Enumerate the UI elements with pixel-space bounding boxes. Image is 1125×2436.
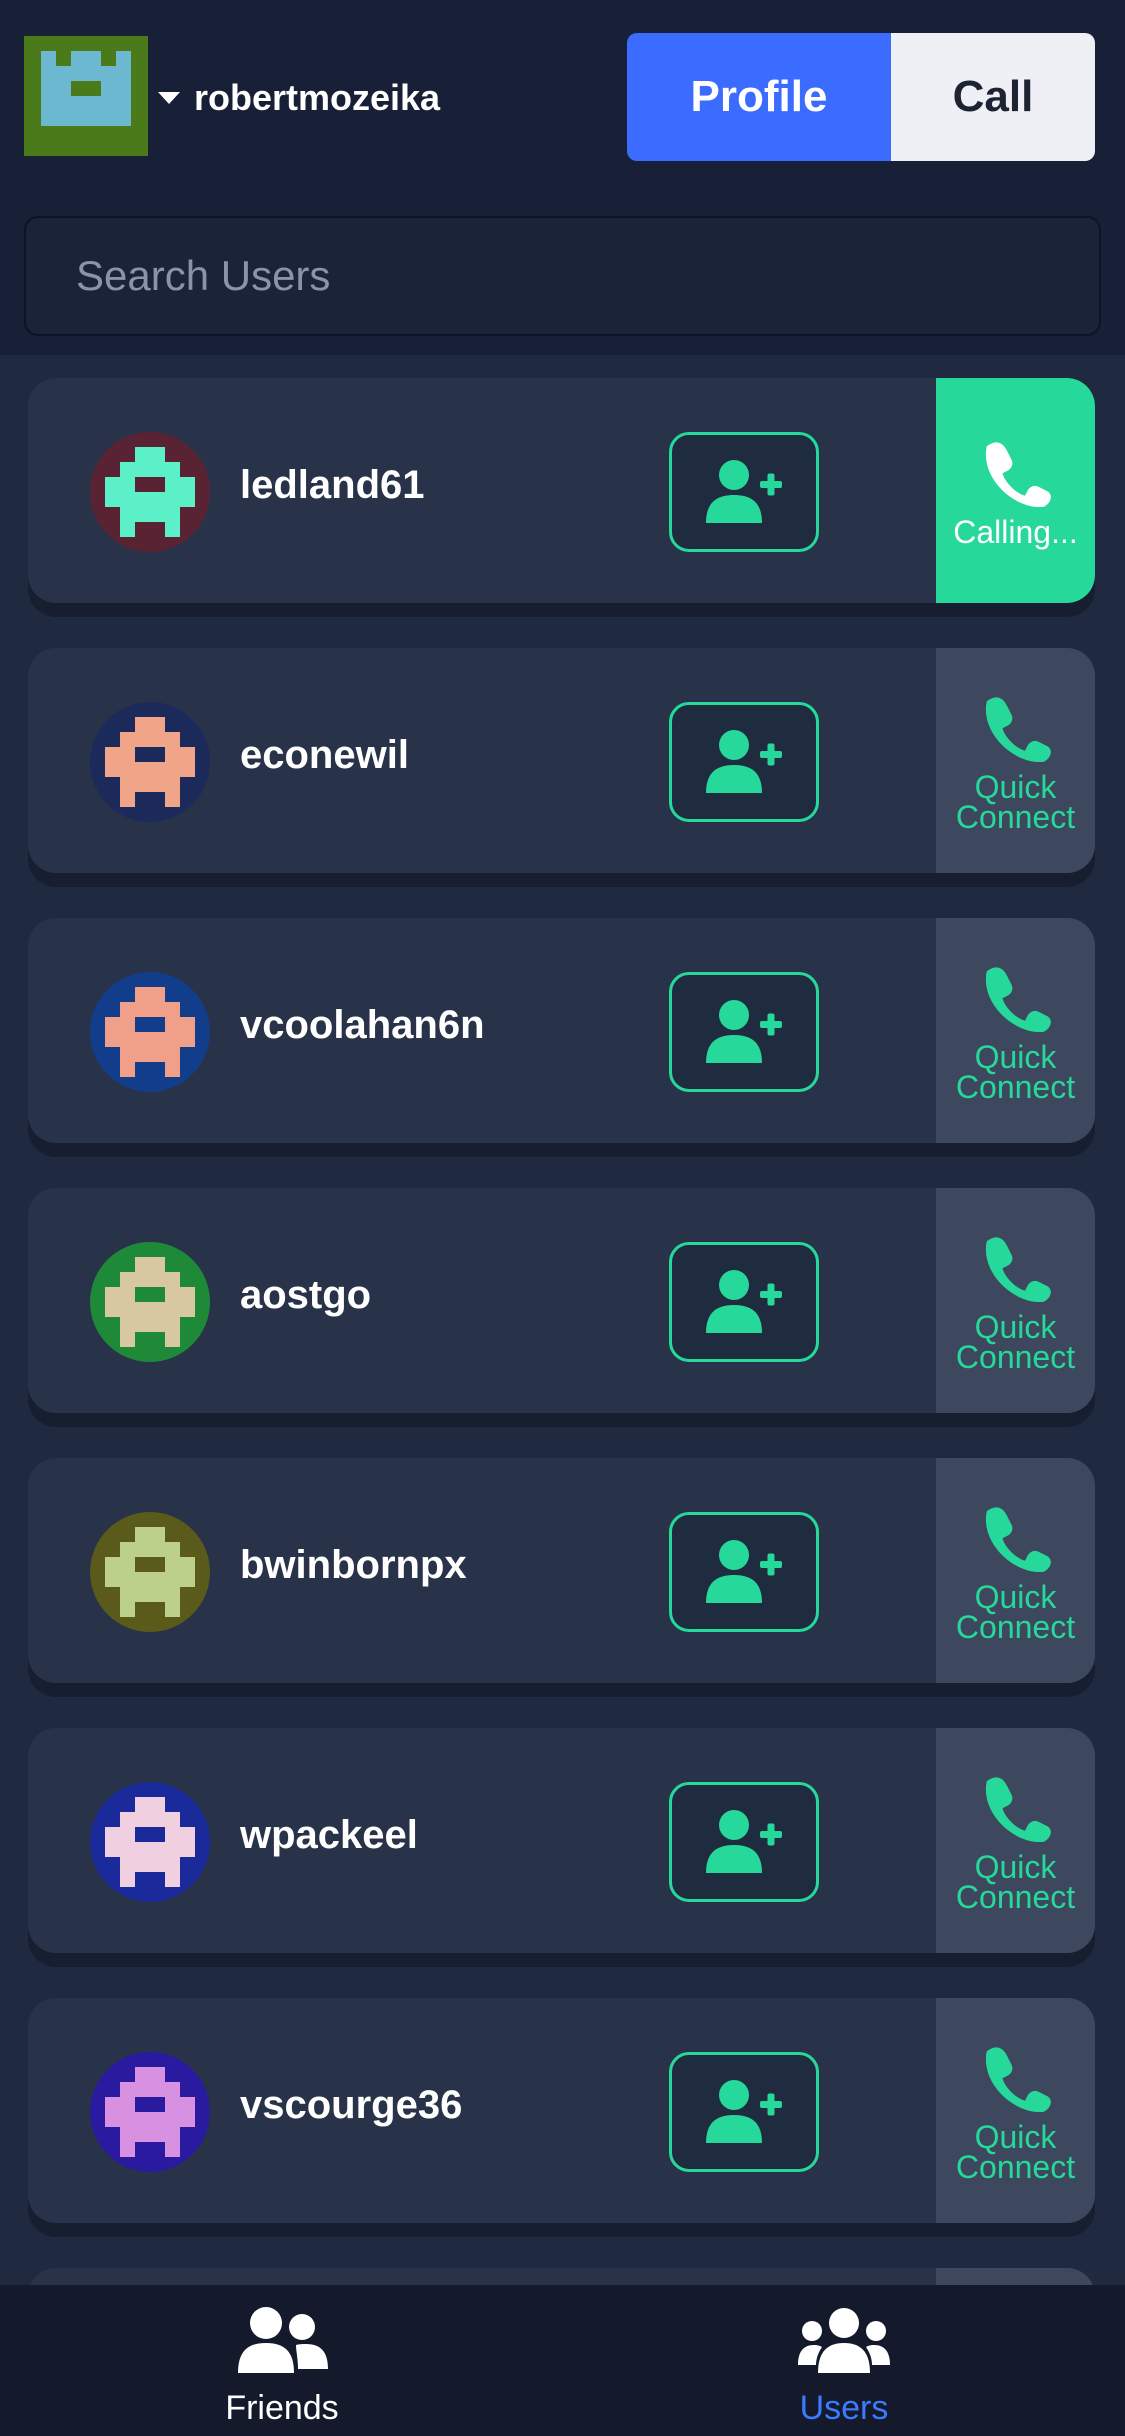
user-card: wpackeel Quick Connect (28, 1728, 1095, 1953)
user-menu[interactable]: robertmozeika (158, 70, 440, 126)
search-input[interactable]: Search Users (24, 216, 1101, 336)
phone-icon (985, 696, 1051, 762)
pixel-avatar-icon (90, 1782, 210, 1902)
user-avatar[interactable] (90, 432, 210, 552)
caret-down-icon (158, 92, 180, 104)
user-card: bwinbornpx Quick Connect (28, 1458, 1095, 1683)
add-friend-button[interactable] (669, 702, 819, 822)
user-card: econewil Quick Connect (28, 648, 1095, 873)
add-friend-button[interactable] (669, 1512, 819, 1632)
user-avatar[interactable] (90, 1782, 210, 1902)
search-placeholder: Search Users (76, 252, 331, 299)
user-plus-icon (706, 1000, 782, 1063)
phone-icon (985, 2046, 1051, 2112)
quick-connect-button[interactable]: Quick Connect (936, 918, 1095, 1143)
pixel-avatar-icon (90, 972, 210, 1092)
quick-connect-button[interactable] (936, 2268, 1095, 2285)
user-card: aostgo Quick Connect (28, 1188, 1095, 1413)
user-avatar[interactable] (90, 1242, 210, 1362)
add-friend-button[interactable] (669, 972, 819, 1092)
phone-icon (985, 1506, 1051, 1572)
user-name: bwinbornpx (240, 1543, 467, 1587)
app-root: robertmozeika Profile Call Search Users … (0, 0, 1125, 2436)
user-card (28, 2268, 1095, 2285)
quick-connect-button[interactable]: Quick Connect (936, 1458, 1095, 1683)
nav-users[interactable]: Users (694, 2305, 994, 2435)
call-status-label: Quick Connect (955, 1038, 1076, 1105)
nav-friends-label: Friends (225, 2389, 339, 2427)
user-plus-icon (706, 460, 782, 523)
call-status-label: Quick Connect (955, 1848, 1076, 1915)
user-avatar[interactable] (90, 2052, 210, 2172)
user-name: aostgo (240, 1273, 372, 1317)
user-plus-icon (706, 2080, 782, 2143)
quick-connect-button[interactable]: Quick Connect (936, 648, 1095, 873)
add-friend-button[interactable] (669, 2052, 819, 2172)
pixel-avatar-icon (90, 702, 210, 822)
call-status-label: Quick Connect (955, 1308, 1076, 1375)
user-name: vcoolahan6n (240, 1003, 485, 1047)
user-plus-icon (706, 730, 782, 793)
pixel-avatar-icon (90, 1512, 210, 1632)
nav-users-label: Users (799, 2389, 889, 2427)
pixel-avatar-icon (90, 1242, 210, 1362)
add-friend-button[interactable] (669, 432, 819, 552)
user-name: econewil (240, 733, 409, 777)
user-card: vcoolahan6n Quick Connect (28, 918, 1095, 1143)
header: robertmozeika Profile Call Search Users (0, 0, 1125, 355)
pixel-avatar-icon (90, 2052, 210, 2172)
user-name: wpackeel (240, 1813, 418, 1857)
user-plus-icon (706, 1810, 782, 1873)
profile-button[interactable]: Profile (627, 33, 891, 161)
add-friend-button[interactable] (669, 1782, 819, 1902)
user-plus-icon (706, 1270, 782, 1333)
user-name: ledland61 (240, 463, 425, 507)
user-avatar[interactable] (90, 702, 210, 822)
user-avatar[interactable] (90, 1512, 210, 1632)
user-card: vscourge36 Quick Connect (28, 1998, 1095, 2223)
call-status-label: Quick Connect (955, 2118, 1076, 2185)
user-name: vscourge36 (240, 2083, 463, 2127)
call-button[interactable]: Call (891, 33, 1095, 161)
pixel-avatar-icon (90, 432, 210, 552)
user-card: ledland61 Calling... (28, 378, 1095, 603)
call-status-label: Quick Connect (955, 1578, 1076, 1645)
self-avatar[interactable] (24, 36, 148, 156)
add-friend-button[interactable] (669, 1242, 819, 1362)
user-list[interactable]: ledland61 Calling... econewil Quick Connect… (0, 355, 1125, 2285)
call-status-label: Calling... (953, 513, 1078, 550)
quick-connect-button[interactable]: Quick Connect (936, 1998, 1095, 2223)
username: robertmozeika (194, 77, 441, 118)
nav-friends[interactable]: Friends (132, 2305, 432, 2435)
phone-icon (985, 1776, 1051, 1842)
quick-connect-button[interactable]: Quick Connect (936, 1728, 1095, 1953)
phone-icon (985, 1236, 1051, 1302)
phone-icon (985, 966, 1051, 1032)
calling-button[interactable]: Calling... (936, 378, 1095, 603)
user-plus-icon (706, 1540, 782, 1603)
bottom-nav: Friends Users (0, 2285, 1125, 2436)
user-friends-icon (238, 2307, 328, 2373)
user-avatar[interactable] (90, 972, 210, 1092)
quick-connect-button[interactable]: Quick Connect (936, 1188, 1095, 1413)
users-icon (798, 2308, 890, 2373)
phone-icon (985, 441, 1051, 507)
call-status-label: Quick Connect (955, 768, 1076, 835)
pixel-avatar-icon (26, 36, 146, 156)
